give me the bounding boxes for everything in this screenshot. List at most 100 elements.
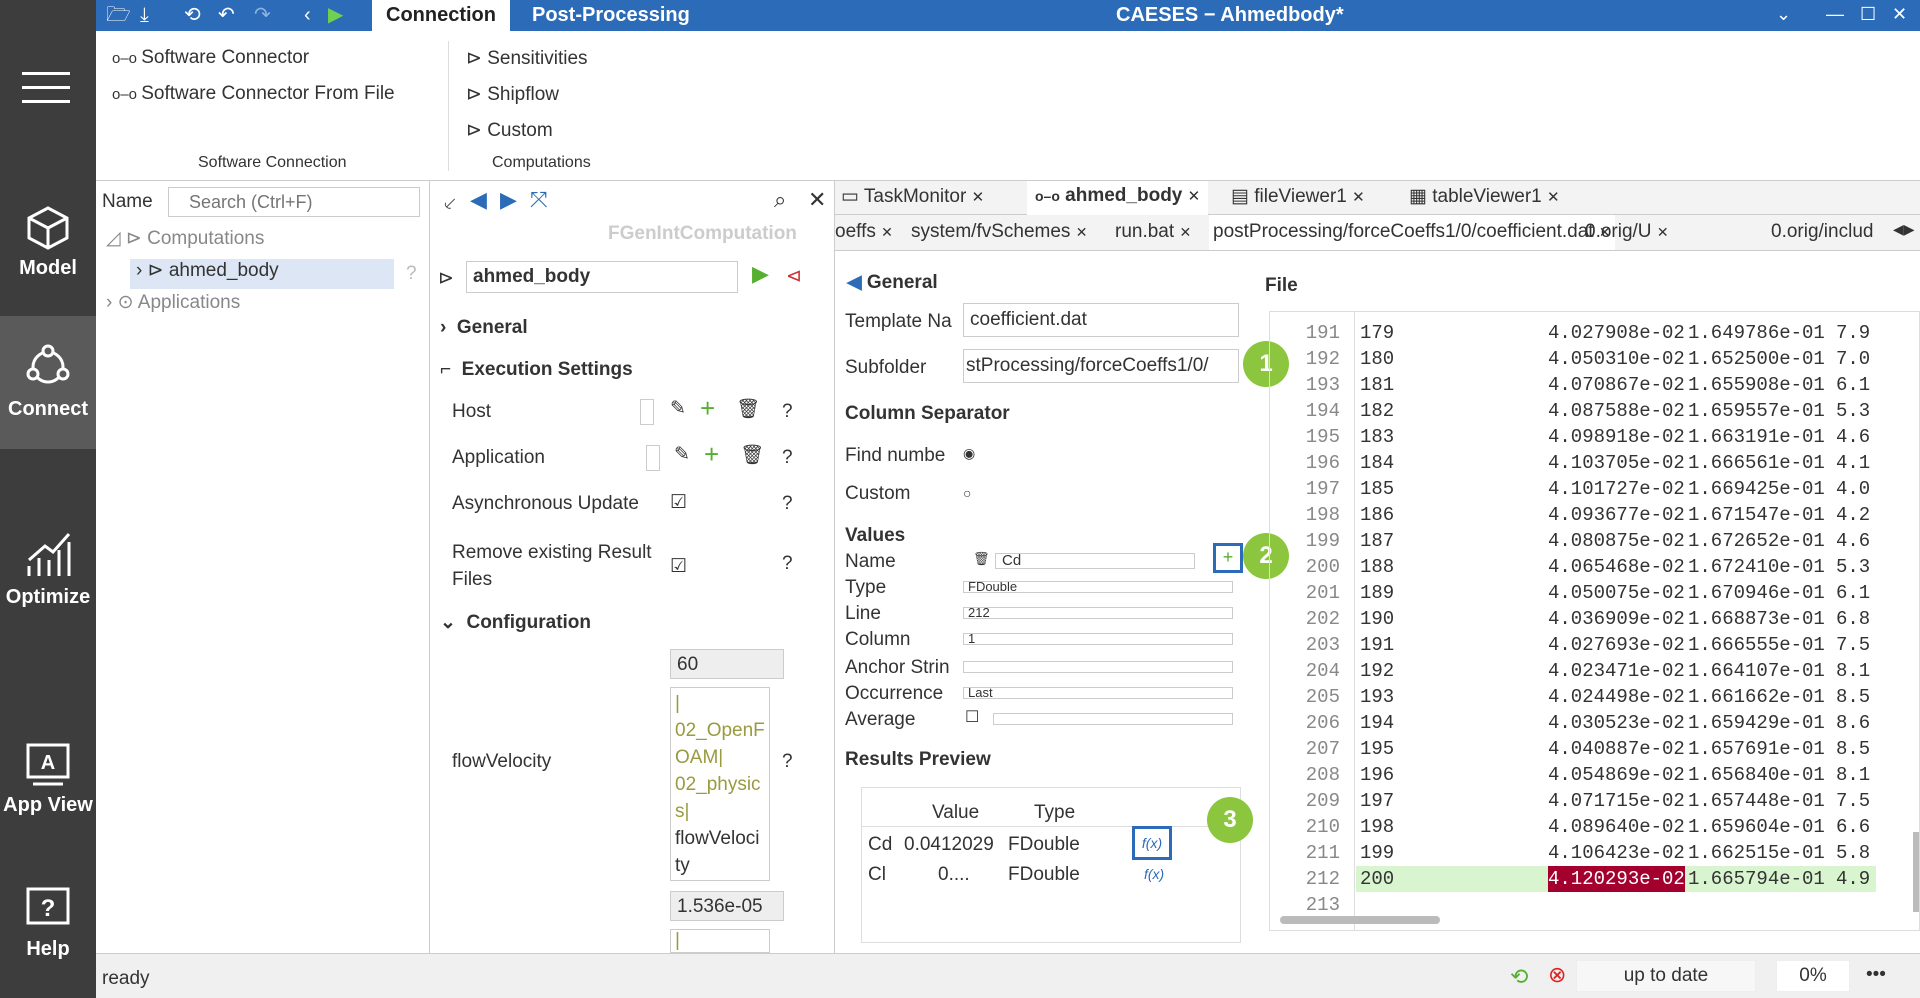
tab-connection[interactable]: Connection <box>372 0 510 31</box>
more-icon[interactable]: ••• <box>1866 964 1886 986</box>
flow-velocity-path-field[interactable]: | 02_OpenF OAM| 02_physic s| flowVeloci … <box>670 687 770 881</box>
template-name-input[interactable]: coefficient.dat <box>963 303 1239 337</box>
close-icon[interactable]: ✕ <box>1547 189 1560 206</box>
download-icon[interactable]: ⤓ <box>140 4 149 26</box>
vertical-scrollbar[interactable] <box>1913 832 1919 912</box>
sidebar-help[interactable]: ? Help <box>0 886 96 961</box>
trash-icon[interactable]: 🗑 <box>740 443 764 467</box>
nav-forward-icon[interactable]: ▶ <box>500 187 517 213</box>
file-tab-coefficient[interactable]: postProcessing/forceCoeffs1/0/coefficien… <box>1209 215 1615 250</box>
edit-icon[interactable]: ✎ <box>674 443 690 466</box>
general-header[interactable]: ◀ General <box>847 271 938 294</box>
remove-results-checkbox[interactable]: ☑ <box>670 555 687 578</box>
file-tab-runbat[interactable]: run.bat ✕ <box>1115 221 1191 243</box>
software-connector-file-button[interactable]: o–o Software Connector From File <box>112 83 395 105</box>
find-number-radio[interactable]: ◉ <box>963 445 975 462</box>
host-dropdown[interactable] <box>640 399 654 425</box>
add-icon[interactable]: + <box>704 439 719 470</box>
tab-tableviewer[interactable]: ▦ tableViewer1 ✕ <box>1409 185 1560 208</box>
next-path-field[interactable]: | <box>670 929 770 953</box>
close-icon[interactable]: ✕ <box>1657 224 1669 240</box>
cancel-icon[interactable]: ⊗ <box>1548 962 1566 988</box>
history-icon[interactable]: ⟲ <box>184 4 201 26</box>
close-icon[interactable]: ✕ <box>1892 0 1907 28</box>
stop-computation-icon[interactable]: ⊲ <box>786 265 802 288</box>
subfolder-input[interactable]: stProcessing/forceCoeffs1/0/ <box>963 349 1239 383</box>
line-input[interactable]: 212 <box>963 607 1233 619</box>
file-tab-fvschemes[interactable]: system/fvSchemes ✕ <box>911 221 1087 243</box>
history-icon[interactable]: ⟲ <box>1510 964 1528 990</box>
close-icon[interactable]: ✕ <box>1076 224 1088 240</box>
help-icon[interactable]: ? <box>782 493 793 515</box>
edit-icon[interactable]: ✎ <box>670 397 686 420</box>
help-icon[interactable]: ? <box>782 553 793 575</box>
help-icon[interactable]: ? <box>782 401 793 423</box>
redo-icon[interactable]: ↷ <box>254 4 271 26</box>
file-tab-u[interactable]: 0.orig/U ✕ <box>1585 221 1669 243</box>
horizontal-scrollbar[interactable] <box>1280 916 1440 924</box>
add-value-button[interactable]: + <box>1213 543 1243 573</box>
close-icon[interactable]: ✕ <box>972 189 985 206</box>
tab-ahmed-body[interactable]: o–o ahmed_body ✕ <box>1027 181 1209 215</box>
minimize-icon[interactable]: — <box>1826 0 1844 28</box>
close-icon[interactable]: ✕ <box>881 224 893 240</box>
software-connector-button[interactable]: o–o Software Connector <box>112 47 309 69</box>
tree-item-ahmed-body[interactable]: › ⊳ ahmed_body <box>130 259 394 289</box>
occurrence-select[interactable]: Last <box>963 687 1233 699</box>
tree-item-computations[interactable]: ◿ ⊳ Computations <box>106 227 264 250</box>
add-icon[interactable]: + <box>700 393 715 424</box>
tab-fileviewer[interactable]: ▤ fileViewer1 ✕ <box>1231 185 1365 208</box>
tab-scroll-icon[interactable]: ◀▶ <box>1893 221 1915 238</box>
trash-icon[interactable]: 🗑 <box>736 397 760 421</box>
undo-icon[interactable]: ↶ <box>218 4 235 26</box>
close-icon[interactable]: ✕ <box>1352 189 1365 206</box>
section-general[interactable]: › General <box>440 317 528 339</box>
type-select[interactable]: FDouble <box>963 581 1233 593</box>
file-tab-coeffs[interactable]: oeffs ✕ <box>835 221 893 243</box>
sync-icon[interactable]: ⤧ <box>530 187 548 213</box>
column-input[interactable]: 1 <box>963 633 1233 645</box>
run-computation-icon[interactable]: ▶ <box>752 261 769 287</box>
computation-name-input[interactable]: ahmed_body <box>466 261 738 293</box>
file-tab-includ[interactable]: 0.orig/includ <box>1771 221 1873 243</box>
sidebar-optimize[interactable]: Optimize <box>0 530 96 609</box>
anchor-string-input[interactable] <box>963 661 1233 673</box>
sidebar-app-view[interactable]: A App View <box>0 742 96 817</box>
sensitivities-button[interactable]: ⊳ Sensitivities <box>466 47 588 70</box>
close-icon[interactable]: ✕ <box>1179 224 1191 240</box>
chevron-down-icon[interactable]: ⌄ <box>1776 0 1791 28</box>
sidebar-connect[interactable]: Connect <box>0 316 96 449</box>
custom-radio[interactable]: ○ <box>963 485 971 501</box>
fx-button[interactable]: f(x) <box>1144 866 1164 882</box>
fx-button[interactable]: f(x) <box>1132 826 1172 860</box>
close-panel-icon[interactable]: ✕ <box>808 187 826 213</box>
run-icon[interactable]: ▶ <box>328 4 343 26</box>
average-checkbox[interactable]: ☐ <box>965 707 979 727</box>
shipflow-button[interactable]: ⊳ Shipflow <box>466 83 559 106</box>
tree-item-applications[interactable]: › ⊙ Applications <box>106 291 240 314</box>
application-dropdown[interactable] <box>646 445 660 471</box>
async-update-checkbox[interactable]: ☑ <box>670 491 687 514</box>
sidebar-model[interactable]: Model <box>0 205 96 280</box>
hamburger-menu-icon[interactable] <box>22 72 70 108</box>
nav-back-icon[interactable]: ◀ <box>470 187 487 213</box>
trash-icon[interactable]: 🗑 <box>973 551 990 567</box>
help-icon[interactable]: ? <box>782 751 793 773</box>
custom-button[interactable]: ⊳ Custom <box>466 119 553 142</box>
pin-icon[interactable]: ⸔ <box>442 189 457 216</box>
value-60-field[interactable]: 60 <box>670 649 784 679</box>
section-execution-settings[interactable]: ⌐ Execution Settings <box>440 359 633 381</box>
back-icon[interactable]: ‹ <box>304 4 311 26</box>
search-icon[interactable]: ⌕ <box>774 187 786 213</box>
maximize-icon[interactable]: ☐ <box>1860 0 1876 28</box>
value-name-select[interactable]: Cd <box>995 553 1195 569</box>
close-icon[interactable]: ✕ <box>1188 188 1201 205</box>
help-icon[interactable]: ? <box>406 263 417 285</box>
help-icon[interactable]: ? <box>782 447 793 469</box>
tab-post-processing[interactable]: Post-Processing <box>518 0 704 31</box>
search-input[interactable] <box>168 187 420 217</box>
value-1536-field[interactable]: 1.536e-05 <box>670 891 784 921</box>
tab-taskmonitor[interactable]: ▭ TaskMonitor ✕ <box>841 185 984 208</box>
open-folder-icon[interactable]: 🗁 <box>106 4 131 26</box>
section-configuration[interactable]: ⌄ Configuration <box>440 611 591 634</box>
